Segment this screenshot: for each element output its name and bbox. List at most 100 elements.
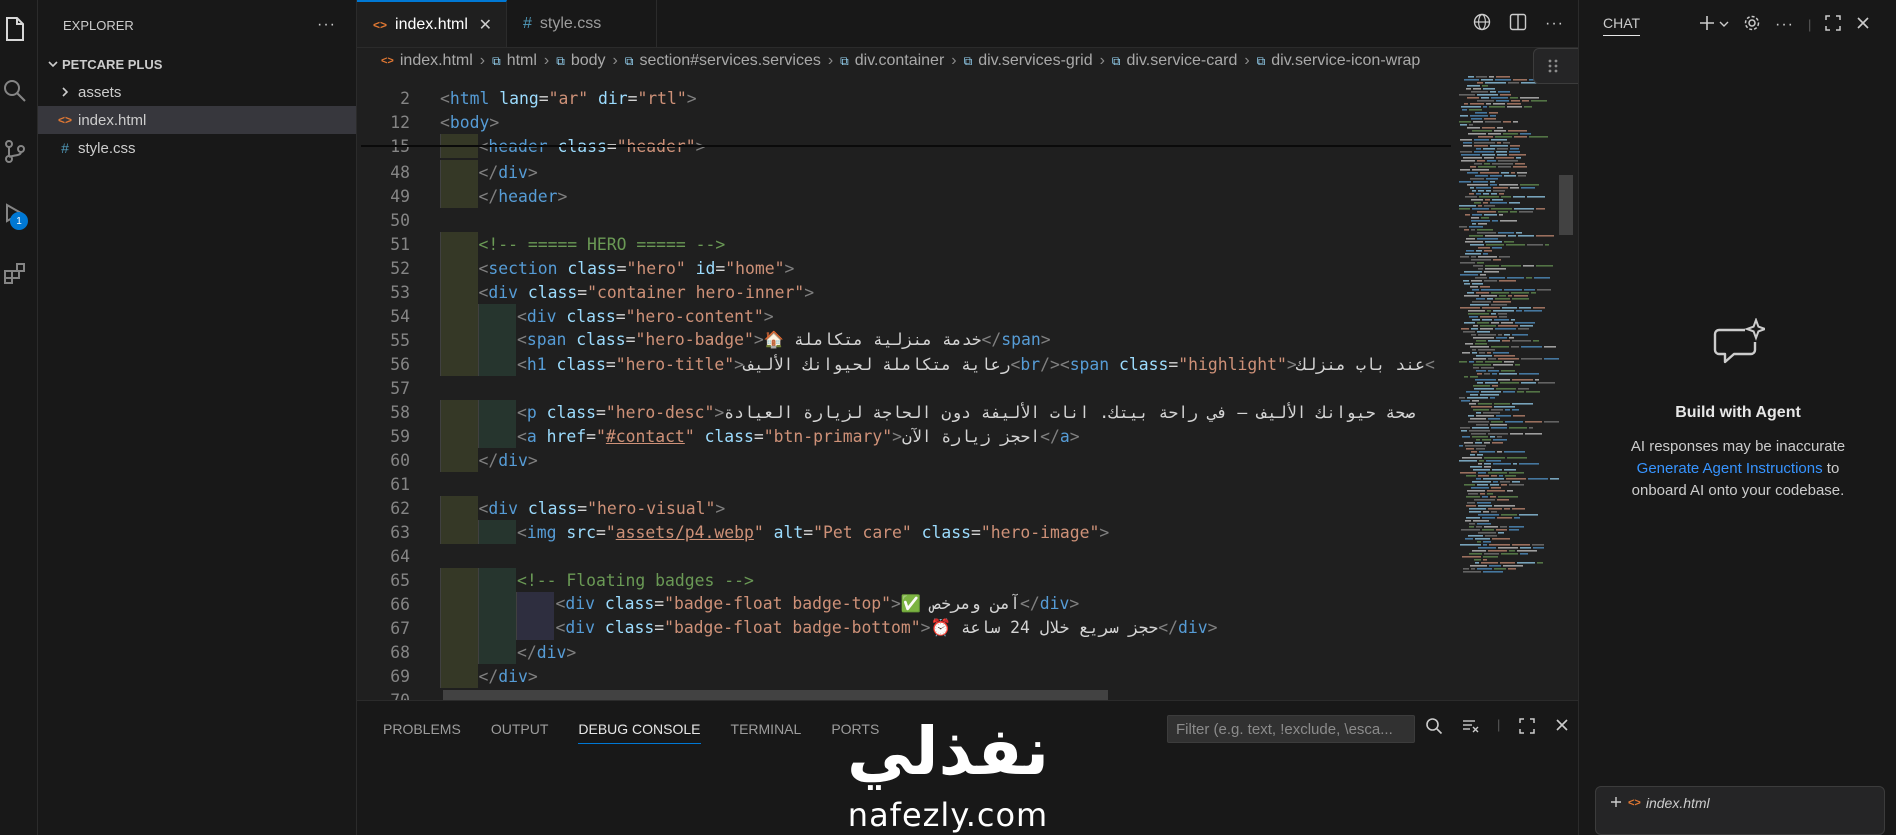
minimap-line: [1474, 499, 1495, 501]
maximize-icon[interactable]: [1825, 15, 1842, 34]
chat-title[interactable]: CHAT: [1603, 15, 1641, 36]
code-line[interactable]: 58 <p class="hero-desc">صحة حيوانك الأليف…: [357, 400, 1517, 424]
close-icon[interactable]: ✕: [479, 15, 492, 35]
breadcrumb-item[interactable]: ⧉ section#services.services: [625, 52, 821, 70]
minimap-line: [1474, 139, 1489, 141]
minimap-line: [1464, 103, 1468, 105]
minimap-line: [1490, 496, 1496, 498]
code-line[interactable]: 50: [357, 208, 1517, 232]
source-control-icon[interactable]: [0, 136, 30, 166]
more-actions-icon[interactable]: ···: [1545, 15, 1564, 33]
close-icon[interactable]: [1855, 15, 1871, 34]
code-line[interactable]: 66 <div class="badge-float badge-top">✅ آ…: [357, 592, 1517, 616]
chat-input[interactable]: <> index.html: [1595, 786, 1885, 835]
code-line[interactable]: 12 <body>: [357, 110, 1517, 134]
editor-actions: ···: [1473, 0, 1578, 47]
search-icon[interactable]: [1425, 717, 1443, 738]
minimap[interactable]: [1455, 74, 1565, 584]
line-number: 70: [390, 690, 410, 701]
gear-icon[interactable]: [1743, 14, 1761, 35]
minimap-line: [1474, 559, 1481, 561]
tab-index-html[interactable]: <> index.html ✕: [357, 0, 507, 47]
minimap-line: [1514, 208, 1534, 210]
more-actions-icon[interactable]: ···: [1775, 16, 1794, 34]
breadcrumb-item[interactable]: ⧉ div.container: [840, 52, 944, 70]
breadcrumb-item[interactable]: ⧉ div.services-grid: [964, 52, 1093, 70]
minimap-line: [1487, 298, 1493, 300]
minimap-line: [1479, 352, 1485, 354]
line-number: 69: [390, 666, 410, 686]
search-icon[interactable]: [0, 76, 30, 106]
close-panel-icon[interactable]: [1554, 717, 1570, 738]
tab-style-css[interactable]: # style.css: [507, 0, 657, 47]
code-line[interactable]: 2 <html lang="ar" dir="rtl">: [357, 86, 1517, 110]
add-context-icon[interactable]: [1610, 795, 1622, 811]
code-line[interactable]: 69 </div>: [357, 664, 1517, 688]
code-editor[interactable]: 2<html lang="ar" dir="rtl">12<body>15<he…: [357, 74, 1517, 701]
minimap-line: [1472, 550, 1486, 552]
minimap-line: [1501, 322, 1513, 324]
minimap-line: [1489, 76, 1494, 78]
breadcrumb-item[interactable]: ⧉ body: [556, 52, 605, 70]
tab-problems[interactable]: PROBLEMS: [383, 715, 461, 743]
chevron-down-icon[interactable]: [1719, 17, 1729, 32]
code-text: <html lang="ar" dir="rtl">: [440, 88, 697, 108]
code-line[interactable]: 60 </div>: [357, 448, 1517, 472]
minimap-line: [1466, 391, 1479, 393]
code-line[interactable]: 51 <!-- ===== HERO ===== -->: [357, 232, 1517, 256]
tree-item-assets[interactable]: assets: [38, 78, 356, 106]
more-actions-icon[interactable]: ···: [317, 16, 336, 34]
code-line[interactable]: 56 <h1 class="hero-title">رعاية متكاملة ل…: [357, 352, 1517, 376]
filter-input[interactable]: Filter (e.g. text, !exclude, \esca...: [1167, 715, 1415, 743]
minimap-line: [1519, 463, 1539, 465]
code-line[interactable]: 52 <section class="hero" id="home">: [357, 256, 1517, 280]
workspace-root[interactable]: PETCARE PLUS: [38, 50, 356, 78]
minimap-line: [1465, 214, 1470, 216]
code-line[interactable]: 68 </div>: [357, 640, 1517, 664]
code-line[interactable]: 55 <span class="hero-badge">🏠 خدمة منزلية…: [357, 328, 1517, 352]
breadcrumb-item[interactable]: ⧉ div.service-icon-wrap: [1257, 52, 1421, 70]
minimap-line: [1487, 310, 1491, 312]
code-line[interactable]: 53 <div class="container hero-inner">: [357, 280, 1517, 304]
breadcrumb-item[interactable]: <> index.html: [381, 52, 473, 70]
code-line[interactable]: 65 <!-- Floating badges -->: [357, 568, 1517, 592]
new-chat-icon[interactable]: [1699, 15, 1715, 34]
code-line[interactable]: 49 </header>: [357, 184, 1517, 208]
minimap-line: [1492, 442, 1503, 444]
minimap-line: [1459, 445, 1463, 447]
code-line[interactable]: 48 </div>: [357, 160, 1517, 184]
maximize-panel-icon[interactable]: [1518, 717, 1536, 738]
drag-handle-icon[interactable]: [1544, 56, 1561, 76]
line-number: 60: [390, 450, 410, 470]
breadcrumb-item[interactable]: ⧉ div.service-card: [1112, 52, 1237, 70]
code-line[interactable]: 67 <div class="badge-float badge-bottom">…: [357, 616, 1517, 640]
code-text: <div class="container hero-inner">: [478, 282, 815, 302]
breadcrumb-item[interactable]: ⧉ html: [492, 52, 537, 70]
extensions-icon[interactable]: [0, 258, 30, 288]
minimap-line: [1519, 514, 1538, 516]
code-line[interactable]: 62 <div class="hero-visual">: [357, 496, 1517, 520]
minimap-line: [1475, 538, 1490, 540]
generate-instructions-link[interactable]: Generate Agent Instructions: [1637, 460, 1823, 477]
files-icon[interactable]: [0, 14, 30, 44]
vertical-scrollbar[interactable]: [1559, 175, 1573, 235]
split-editor-icon[interactable]: [1509, 13, 1527, 34]
code-line[interactable]: 61: [357, 472, 1517, 496]
code-line[interactable]: 63 <img src="assets/p4.webp" alt="Pet car…: [357, 520, 1517, 544]
code-line[interactable]: 57: [357, 376, 1517, 400]
clear-console-icon[interactable]: [1461, 717, 1479, 738]
tab-output[interactable]: OUTPUT: [491, 715, 549, 743]
context-chip[interactable]: <> index.html: [1628, 795, 1710, 811]
indent-guide: [440, 496, 478, 520]
tab-terminal[interactable]: TERMINAL: [731, 715, 802, 743]
tree-item-style-css[interactable]: # style.css: [38, 134, 356, 162]
code-line[interactable]: 54 <div class="hero-content">: [357, 304, 1517, 328]
minimap-line: [1473, 325, 1478, 327]
tree-item-index-html[interactable]: <> index.html: [38, 106, 356, 134]
minimap-line: [1478, 547, 1496, 549]
code-line[interactable]: 64: [357, 544, 1517, 568]
minimap-line: [1507, 106, 1522, 108]
globe-icon[interactable]: [1473, 13, 1491, 34]
code-line[interactable]: 59 <a href="#contact" class="btn-primary"…: [357, 424, 1517, 448]
tab-debug-console[interactable]: DEBUG CONSOLE: [578, 715, 701, 744]
